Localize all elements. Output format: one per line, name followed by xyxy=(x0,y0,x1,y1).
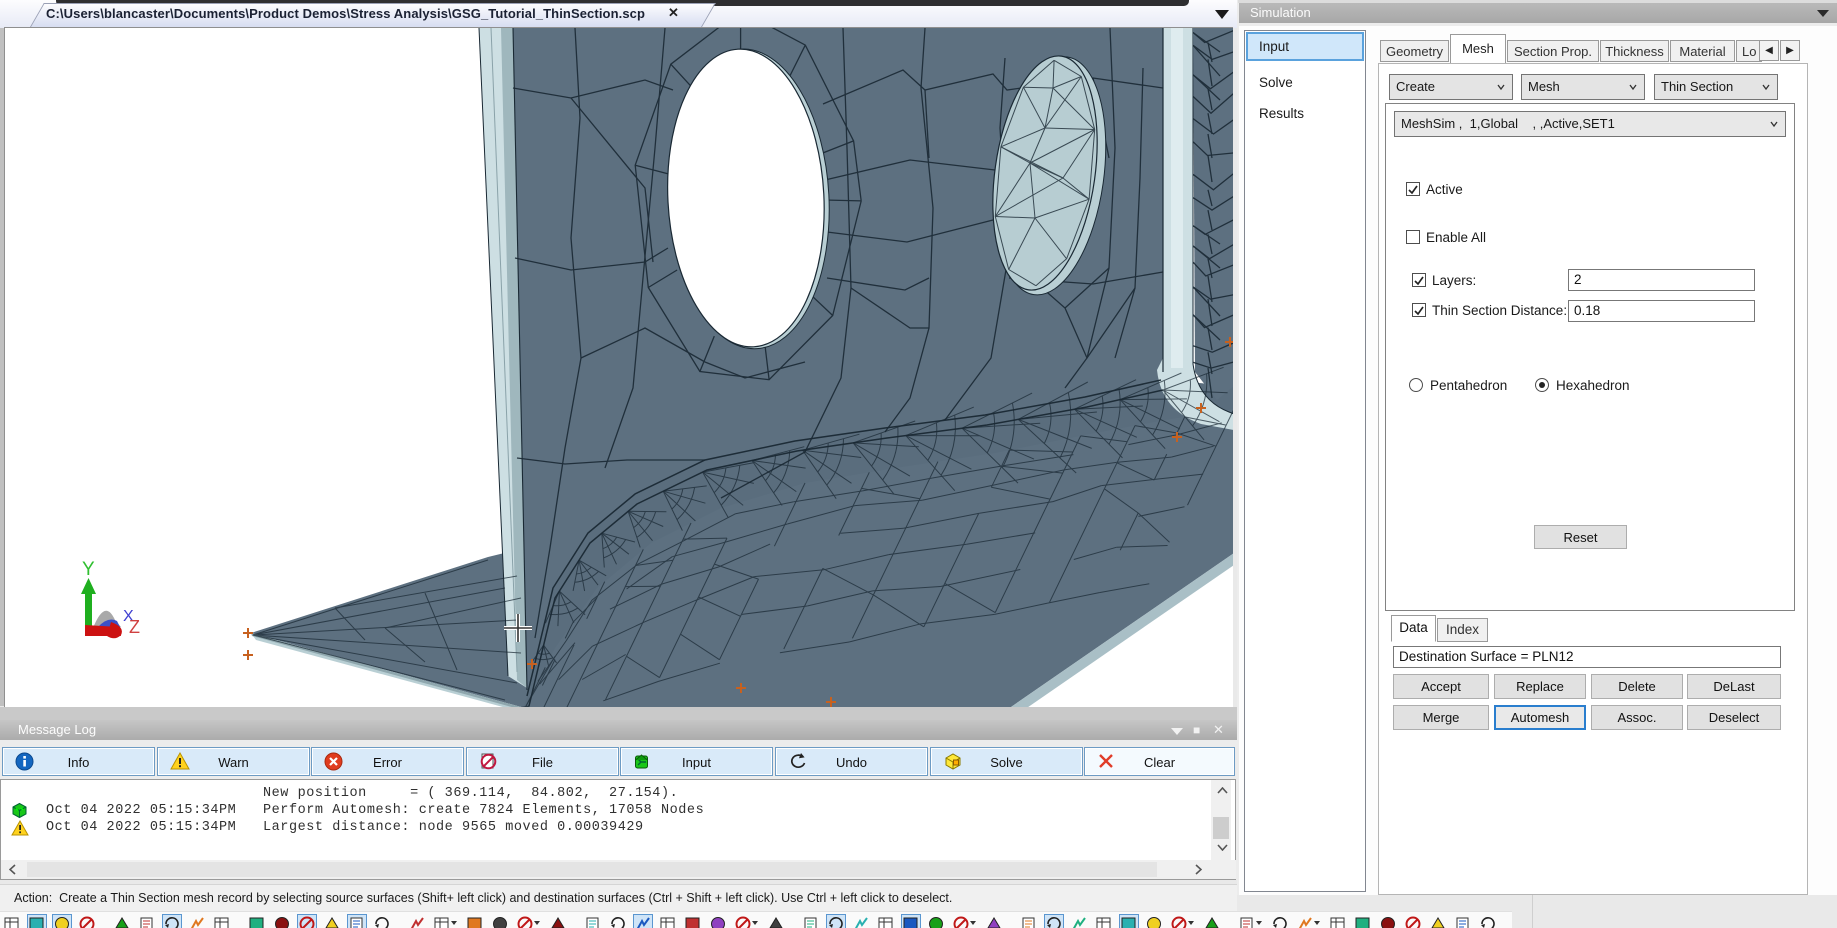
svg-text:Z: Z xyxy=(129,617,140,637)
svg-text:Y: Y xyxy=(82,559,95,580)
